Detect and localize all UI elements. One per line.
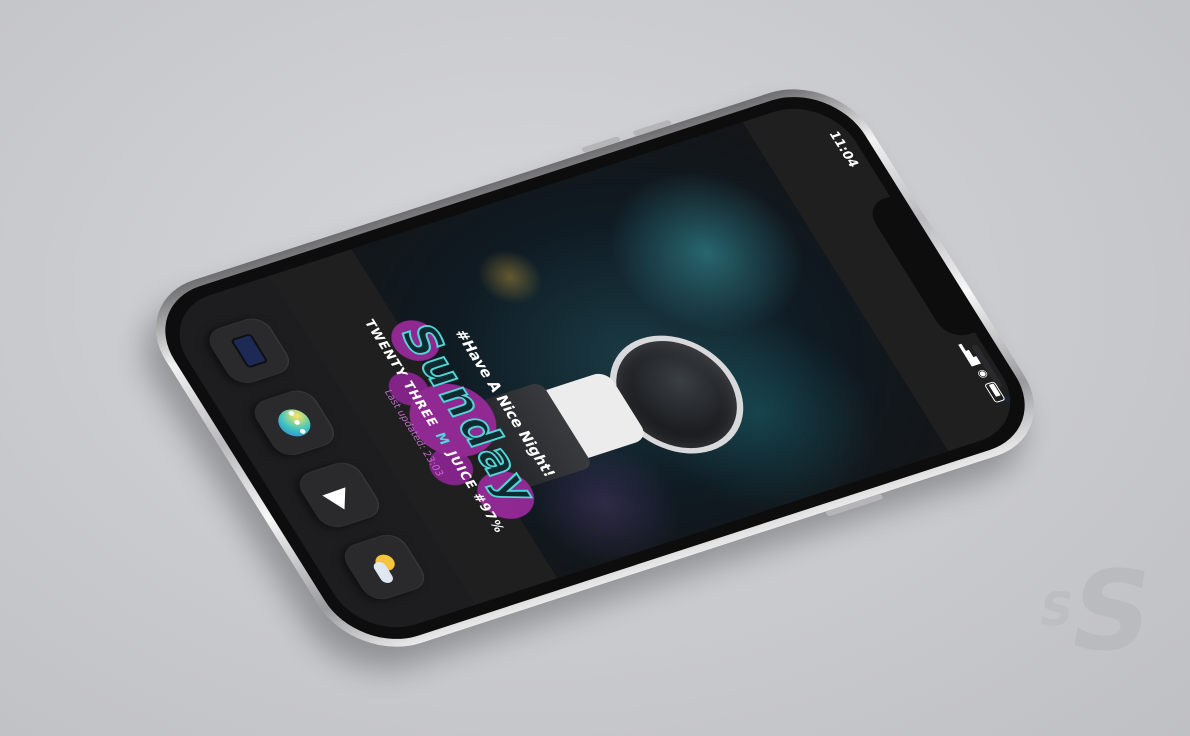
messages-app-button[interactable]: ••• — [247, 385, 341, 460]
logo-letter-large: S — [1060, 547, 1163, 675]
messages-icon: ••• — [272, 405, 316, 440]
phone-device: 11:04 ▂▄▆ ◉ #Have A Nice Night! Sunday T… — [128, 71, 1062, 665]
weather-icon — [364, 549, 404, 585]
weather-app-button[interactable] — [337, 529, 431, 604]
maps-app-button[interactable] — [292, 457, 386, 532]
brand-logo: S S — [1035, 547, 1162, 686]
maps-icon — [322, 479, 357, 510]
phone-icon — [229, 332, 269, 369]
phone-app-button[interactable] — [202, 313, 296, 388]
battery-icon — [983, 381, 1006, 404]
